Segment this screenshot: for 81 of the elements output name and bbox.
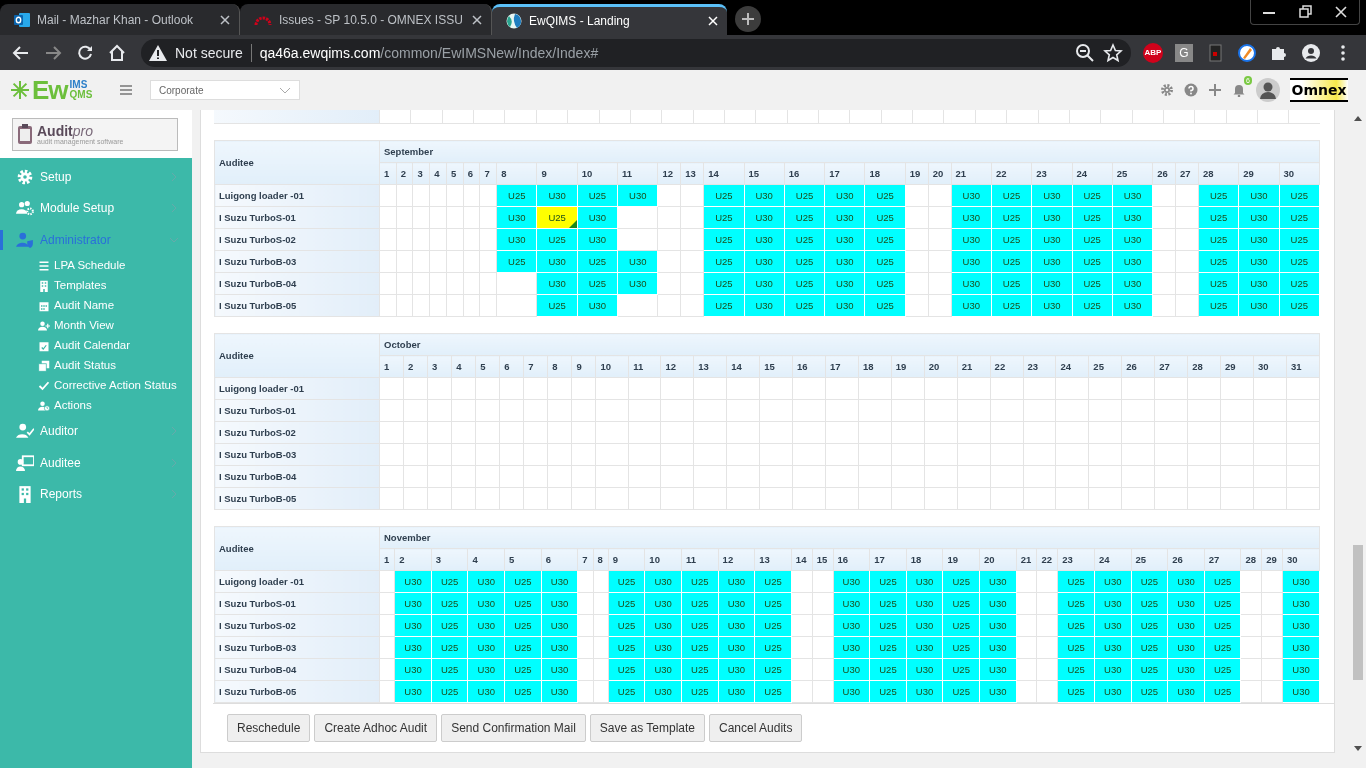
column-header: Auditee [214,333,380,378]
browser-tab[interactable]: Mail - Mazhar Khan - Outlook [0,4,240,35]
extension-button[interactable]: ABP [1143,42,1163,63]
auditee-cell: I Suzu TurboB-04 [214,465,380,488]
copy-icon [38,359,50,372]
auditee-cell: I Suzu TurboS-01 [214,206,380,229]
users-gear-icon [16,199,34,218]
close-icon[interactable] [472,14,482,25]
site-select[interactable]: Corporate [150,80,300,100]
auditee-cell: I Suzu TurboS-02 [214,614,380,637]
building-icon [38,279,50,292]
avatar-icon[interactable] [1256,78,1280,102]
action-button[interactable]: Send Confirmation Mail [441,714,586,742]
auditee-cell: I Suzu TurboB-05 [214,487,380,510]
address-bar[interactable]: Not secure qa46a.ewqims.com/common/EwIMSNew/Index/Index# [141,38,1131,67]
action-button[interactable]: Save as Template [589,714,706,742]
menu-icon[interactable] [120,85,132,95]
auditee-cell: I Suzu TurboB-05 [214,294,380,317]
user-plus-icon [38,319,50,332]
auditee-cell: I Suzu TurboB-03 [214,443,380,466]
action-button[interactable]: Create Adhoc Audit [314,714,438,742]
security-label[interactable]: Not secure [175,44,243,61]
building-icon [16,485,34,504]
browser-tab[interactable]: Issues - SP 10.5.0 - OMNEX ISSU [240,4,492,35]
new-tab-button[interactable] [735,6,761,32]
zoom-out-icon[interactable] [1075,42,1095,63]
logo-text: Auditpro [37,123,94,138]
star-icon[interactable] [1103,42,1123,63]
browser-tab[interactable]: EwQIMS - Landing [492,4,727,35]
chevron-down-icon [279,86,291,94]
auditee-cell: I Suzu TurboB-04 [214,272,380,295]
user-clock-icon [38,399,50,412]
check-icon [38,379,50,392]
auditee-cell: Luigong loader -01 [214,184,380,207]
column-header: Auditee [214,140,380,185]
user-check-icon [16,422,34,441]
url-text[interactable]: qa46a.ewqims.com/common/EwIMSNew/Index/Index# [259,44,1067,61]
scroll-down-icon[interactable] [1354,746,1362,752]
logo-text: QMS [69,90,93,100]
extension-button[interactable]: G [1175,43,1193,62]
scrollbar-thumb[interactable] [1353,545,1363,680]
auditee-cell: I Suzu TurboB-03 [214,636,380,659]
month-header: October [379,333,1320,356]
month-header: November [379,526,1320,549]
profile-icon[interactable] [1301,42,1321,63]
auditee-cell: Luigong loader -01 [214,377,380,400]
close-icon[interactable] [220,14,230,25]
user-screen-icon [16,453,34,472]
auditee-cell: I Suzu TurboS-01 [214,592,380,615]
settings-icon[interactable] [1160,83,1174,97]
brand-logo: Omnex [1290,78,1348,102]
auditee-cell: I Suzu TurboB-05 [214,680,380,703]
globe-icon [506,13,522,29]
warning-icon [149,44,167,61]
month-header: September [379,140,1320,163]
auditee-cell: I Suzu TurboB-03 [214,250,380,273]
star-burst-icon [10,80,30,100]
action-button[interactable]: Reschedule [227,714,311,742]
list-icon [38,259,50,272]
plus-icon [742,13,754,25]
auditee-cell: I Suzu TurboS-02 [214,228,380,251]
mail-app-icon [14,11,30,28]
clipboard-icon [17,123,33,145]
help-icon[interactable] [1184,83,1198,97]
column-header: Auditee [214,526,380,571]
scroll-up-icon[interactable] [1354,115,1362,121]
logo-text: Ew [32,74,68,106]
auditee-cell: I Suzu TurboS-02 [214,421,380,444]
calendar-check-icon [38,339,50,352]
auditee-cell: Luigong loader -01 [214,570,380,593]
gear-icon [16,167,34,186]
logo-text: IMS [69,80,89,90]
brush-icon[interactable] [1237,42,1257,63]
home-icon[interactable] [107,42,127,63]
user-shield-icon [16,230,34,249]
calendar-icon [38,299,50,312]
auditee-cell: I Suzu TurboS-01 [214,399,380,422]
auditee-cell: I Suzu TurboB-04 [214,658,380,681]
bell-icon[interactable] [1232,83,1246,97]
plus-icon[interactable] [1208,83,1222,97]
action-button[interactable]: Cancel Audits [709,714,803,742]
